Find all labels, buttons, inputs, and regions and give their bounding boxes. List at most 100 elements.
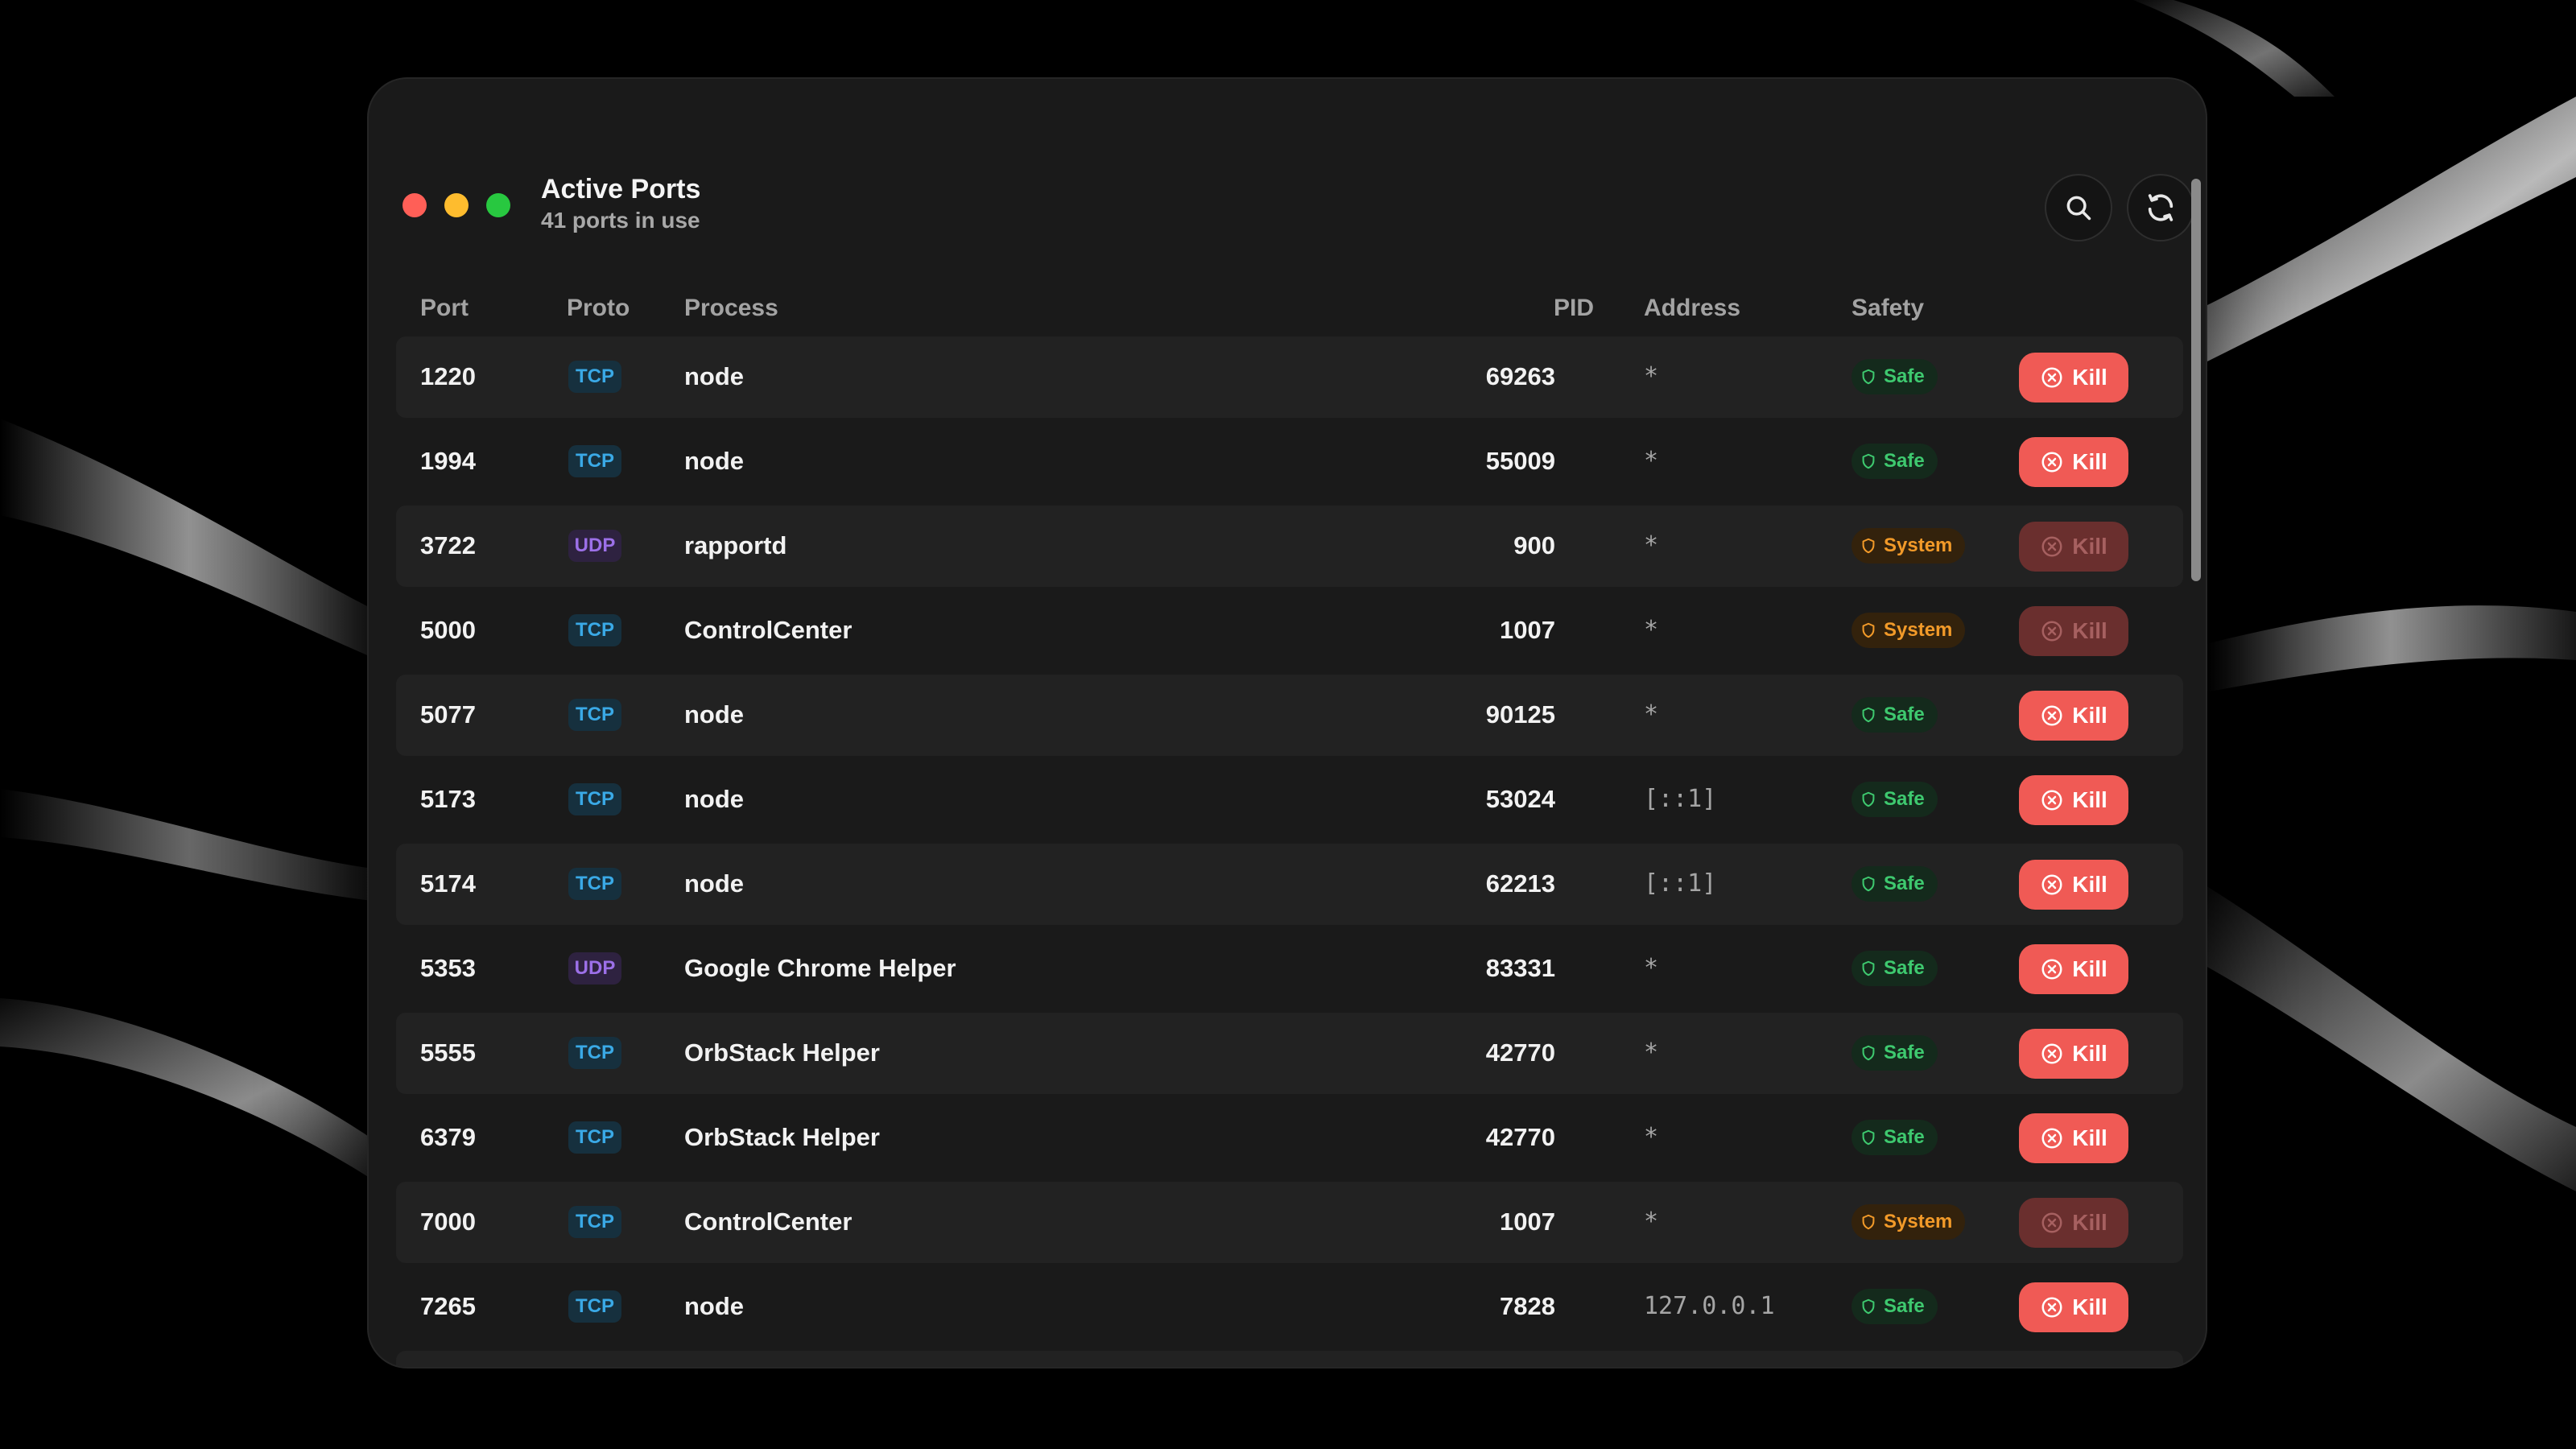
table-row[interactable]: 6379 TCP OrbStack Helper 42770 * Safe Kill — [396, 1097, 2183, 1179]
pid-value: 55009 — [1485, 447, 1555, 475]
header-address[interactable]: Address — [1644, 295, 1740, 322]
table-row[interactable]: 5174 TCP node 62213 [::1] Safe Kill — [396, 844, 2183, 925]
table-row[interactable]: 1994 TCP node 55009 * Safe Kill — [396, 421, 2183, 502]
safety-label: Safe — [1884, 365, 1925, 387]
kill-label: Kill — [2072, 534, 2107, 559]
search-button[interactable] — [2045, 174, 2112, 242]
protocol-badge: TCP — [568, 699, 621, 731]
active-ports-window: Active Ports 41 ports in use Port Proto … — [369, 79, 2206, 1367]
shield-icon — [1862, 1045, 1875, 1061]
process-name: ControlCenter — [684, 1208, 852, 1236]
process-name: ControlCenter — [684, 616, 852, 644]
kill-label: Kill — [2072, 1041, 2107, 1066]
header-pid[interactable]: PID — [1554, 295, 1594, 322]
shield-icon — [1862, 791, 1875, 807]
kill-label: Kill — [2072, 787, 2107, 812]
safety-label: Safe — [1884, 873, 1925, 894]
kill-button[interactable]: Kill — [2019, 1029, 2128, 1079]
close-circle-icon — [2041, 1128, 2062, 1149]
table-row[interactable]: 7265 TCP node 7828 127.0.0.1 Safe Kill — [396, 1266, 2183, 1348]
header-proto[interactable]: Proto — [567, 295, 630, 322]
header-process[interactable]: Process — [684, 295, 778, 322]
pid-value: 42770 — [1485, 1038, 1555, 1067]
safety-badge: Safe — [1852, 951, 1938, 986]
close-circle-icon — [2041, 790, 2062, 811]
kill-label: Kill — [2072, 872, 2107, 897]
shield-icon — [1862, 453, 1875, 469]
pid-value: 53024 — [1485, 785, 1555, 813]
shield-icon — [1862, 622, 1875, 638]
safety-badge: System — [1852, 613, 1966, 648]
safety-label: System — [1884, 1211, 1953, 1232]
pid-value: 7828 — [1500, 1292, 1555, 1320]
process-name: node — [684, 700, 745, 729]
port-number: 5077 — [420, 700, 476, 729]
protocol-badge: TCP — [568, 1290, 621, 1323]
pid-value: 1007 — [1500, 1208, 1555, 1236]
safety-label: System — [1884, 619, 1953, 641]
kill-button[interactable]: Kill — [2019, 860, 2128, 910]
protocol-badge: TCP — [568, 783, 621, 815]
table-row[interactable]: 5077 TCP node 90125 * Safe Kill — [396, 675, 2183, 756]
address-value: * — [1644, 1038, 1659, 1067]
table-row[interactable]: 5000 TCP ControlCenter 1007 * System Kill — [396, 590, 2183, 671]
kill-button[interactable]: Kill — [2019, 775, 2128, 825]
table-row[interactable]: 8000TCPPython52966127.0.0.1SafeKill — [396, 1351, 2183, 1367]
kill-label: Kill — [2072, 956, 2107, 981]
close-circle-icon — [2041, 452, 2062, 473]
shield-icon — [1862, 707, 1875, 723]
refresh-icon — [2148, 194, 2174, 221]
search-icon — [2066, 196, 2091, 221]
port-number: 5000 — [420, 616, 476, 644]
protocol-badge: TCP — [568, 614, 621, 646]
port-number: 5174 — [420, 869, 476, 898]
close-circle-icon — [2041, 367, 2062, 388]
process-name: node — [684, 785, 745, 813]
kill-button[interactable]: Kill — [2019, 1282, 2128, 1332]
kill-label: Kill — [2072, 618, 2107, 643]
kill-button[interactable]: Kill — [2019, 1198, 2128, 1248]
pid-value: 42770 — [1485, 1123, 1555, 1151]
safety-label: Safe — [1884, 450, 1925, 472]
kill-label: Kill — [2072, 1210, 2107, 1235]
shield-icon — [1862, 1214, 1875, 1230]
close-window-button[interactable] — [402, 193, 427, 217]
port-number: 1220 — [420, 362, 476, 390]
safety-badge: Safe — [1852, 782, 1938, 817]
maximize-window-button[interactable] — [486, 193, 510, 217]
address-value: * — [1644, 1208, 1659, 1236]
protocol-badge: TCP — [568, 868, 621, 900]
shield-icon — [1862, 369, 1875, 385]
scrollbar[interactable] — [2191, 179, 2201, 581]
kill-button[interactable]: Kill — [2019, 944, 2128, 994]
kill-label: Kill — [2072, 1294, 2107, 1319]
kill-button[interactable]: Kill — [2019, 1113, 2128, 1163]
table-row[interactable]: 3722 UDP rapportd 900 * System Kill — [396, 506, 2183, 587]
table-row[interactable]: 1220 TCP node 69263 * Safe Kill — [396, 336, 2183, 418]
table-row[interactable]: 7000 TCP ControlCenter 1007 * System Kill — [396, 1182, 2183, 1263]
kill-button[interactable]: Kill — [2019, 437, 2128, 487]
kill-button[interactable]: Kill — [2019, 522, 2128, 572]
process-name: rapportd — [684, 531, 787, 559]
pid-value: 90125 — [1485, 700, 1555, 729]
safety-label: Safe — [1884, 788, 1925, 810]
kill-button[interactable]: Kill — [2019, 606, 2128, 656]
header-port[interactable]: Port — [420, 295, 469, 322]
process-name: OrbStack Helper — [684, 1123, 880, 1151]
process-name: Google Chrome Helper — [684, 954, 956, 982]
refresh-button[interactable] — [2127, 174, 2194, 242]
safety-label: Safe — [1884, 1126, 1925, 1148]
minimize-window-button[interactable] — [444, 193, 469, 217]
safety-badge: Safe — [1852, 1120, 1938, 1155]
port-number: 5555 — [420, 1038, 476, 1067]
kill-button[interactable]: Kill — [2019, 691, 2128, 741]
safety-badge: Safe — [1852, 359, 1938, 394]
header-safety[interactable]: Safety — [1852, 295, 1924, 322]
kill-button[interactable]: Kill — [2019, 353, 2128, 402]
close-circle-icon — [2041, 1297, 2062, 1318]
shield-icon — [1862, 1298, 1875, 1315]
table-row[interactable]: 5173 TCP node 53024 [::1] Safe Kill — [396, 759, 2183, 840]
table-row[interactable]: 5555 TCP OrbStack Helper 42770 * Safe Kill — [396, 1013, 2183, 1094]
pid-value: 62213 — [1485, 869, 1555, 898]
table-row[interactable]: 5353 UDP Google Chrome Helper 83331 * Safe Kil… — [396, 928, 2183, 1009]
